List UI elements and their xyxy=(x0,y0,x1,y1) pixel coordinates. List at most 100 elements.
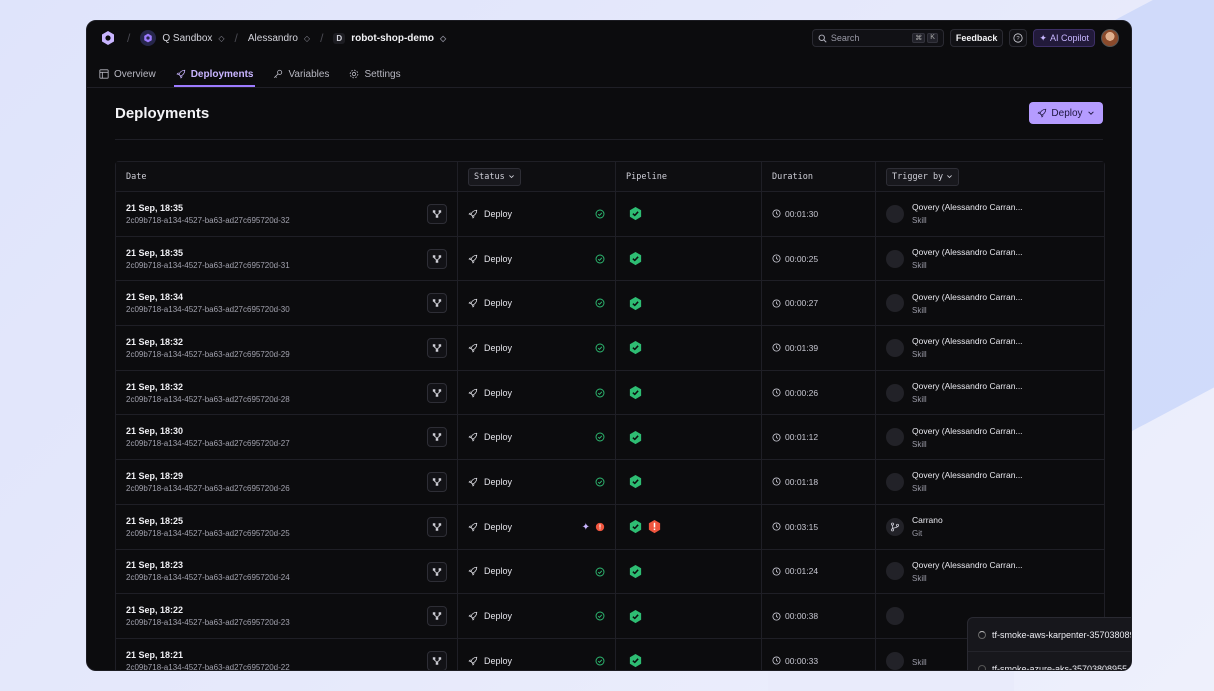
deployment-id: 2c09b718-a134-4527-ba63-ad27c695720d-31 xyxy=(126,260,290,270)
deployment-date: 21 Sep, 18:34 xyxy=(126,292,184,303)
pipeline-success-icon[interactable] xyxy=(628,609,643,624)
status-label: Deploy xyxy=(484,342,513,353)
duration-value: 00:00:33 xyxy=(785,655,819,666)
ai-copilot-button[interactable]: ✦ AI Copilot xyxy=(1033,29,1095,47)
table-row[interactable]: 21 Sep, 18:22 2c09b718-a134-4527-ba63-ad2… xyxy=(116,594,1104,639)
pipeline-graph-button[interactable] xyxy=(427,204,447,224)
column-date: Date xyxy=(116,162,458,191)
sparkle-icon[interactable]: ✦ xyxy=(582,522,590,533)
chevron-down-icon xyxy=(508,175,514,179)
status-label: Deploy xyxy=(484,298,513,309)
pipeline-success-icon[interactable] xyxy=(628,519,643,534)
table-row[interactable]: 21 Sep, 18:23 2c09b718-a134-4527-ba63-ad2… xyxy=(116,549,1104,595)
pipeline-graph-button[interactable] xyxy=(427,606,447,627)
toast-item[interactable]: tf-smoke-azure-aks-35703808955 Validatin… xyxy=(968,652,1131,670)
search-input[interactable]: Search ⌘ K xyxy=(811,29,944,47)
status-label: Deploy xyxy=(484,432,513,443)
pipeline-graph-button[interactable] xyxy=(427,427,447,448)
rocket-icon xyxy=(468,209,478,219)
duration-cell: 00:00:25 xyxy=(762,236,876,281)
breadcrumb-environment[interactable]: D robot-shop-demo ◇ xyxy=(333,32,446,44)
pipeline-success-icon[interactable] xyxy=(628,385,643,400)
pipeline-cell xyxy=(616,236,762,281)
feedback-button[interactable]: Feedback xyxy=(949,29,1004,47)
trigger-name: Qovery (Alessandro Carran... xyxy=(912,559,1023,570)
date-cell: 21 Sep, 18:30 2c09b718-a134-4527-ba63-ad2… xyxy=(116,415,458,460)
pipeline-success-icon[interactable] xyxy=(628,474,643,489)
deployment-id: 2c09b718-a134-4527-ba63-ad27c695720d-29 xyxy=(126,349,290,359)
breadcrumb-org[interactable]: Q Sandbox ◇ xyxy=(140,30,225,46)
rocket-icon xyxy=(468,477,478,487)
pipeline-cell xyxy=(616,415,762,460)
date-cell: 21 Sep, 18:35 2c09b718-a134-4527-ba63-ad2… xyxy=(116,236,458,281)
pipeline-success-icon[interactable] xyxy=(628,340,643,355)
pipeline-graph-icon xyxy=(432,567,442,576)
pipeline-graph-icon xyxy=(432,523,442,531)
pipeline-graph-button[interactable] xyxy=(427,248,447,269)
trigger-filter[interactable]: Trigger by xyxy=(886,167,960,186)
table-row[interactable]: 21 Sep, 18:34 2c09b718-a134-4527-ba63-ad2… xyxy=(116,281,1104,327)
table-row[interactable]: 21 Sep, 18:30 2c09b718-a134-4527-ba63-ad2… xyxy=(116,415,1104,461)
pipeline-cell xyxy=(616,594,762,638)
trigger-name: Qovery (Alessandro Carran... xyxy=(912,470,1023,481)
tab-label: Variables xyxy=(288,68,330,80)
clock-icon xyxy=(772,477,781,486)
table-row[interactable]: 21 Sep, 18:25 2c09b718-a134-4527-ba63-ad2… xyxy=(116,504,1104,550)
trigger-avatar xyxy=(886,338,904,357)
toast-item[interactable]: tf-smoke-aws-karpenter-35703808955 Provi… xyxy=(968,618,1131,652)
pipeline-graph-button[interactable] xyxy=(427,338,447,359)
pipeline-graph-button[interactable] xyxy=(427,472,447,493)
table-row[interactable]: 21 Sep, 18:32 2c09b718-a134-4527-ba63-ad2… xyxy=(116,326,1104,371)
pipeline-graph-icon xyxy=(432,478,442,486)
breadcrumb-project[interactable]: Alessandro ◇ xyxy=(248,33,310,44)
trigger-cell: Qovery (Alessandro Carran... Skill xyxy=(876,371,1104,415)
table-row[interactable]: 21 Sep, 18:29 2c09b718-a134-4527-ba63-ad2… xyxy=(116,460,1104,505)
spinner-icon xyxy=(978,630,986,639)
pipeline-success-icon[interactable] xyxy=(628,251,643,266)
table-row[interactable]: 21 Sep, 18:35 2c09b718-a134-4527-ba63-ad2… xyxy=(116,192,1104,237)
table-row[interactable]: 21 Sep, 18:21 2c09b718-a134-4527-ba63-ad2… xyxy=(116,638,1104,670)
pipeline-graph-icon xyxy=(432,612,442,620)
tab-settings[interactable]: Settings xyxy=(347,61,402,87)
status-cell: Deploy xyxy=(458,638,616,670)
table-row[interactable]: 21 Sep, 18:35 2c09b718-a134-4527-ba63-ad2… xyxy=(116,236,1104,282)
clock-icon xyxy=(772,299,781,308)
pipeline-success-icon[interactable] xyxy=(628,206,643,221)
status-filter[interactable]: Status xyxy=(468,167,521,186)
status-cell: Deploy xyxy=(458,192,616,236)
status-cell: Deploy xyxy=(458,549,616,594)
duration-cell: 00:01:12 xyxy=(762,415,876,460)
check-circle-icon xyxy=(595,432,605,442)
pipeline-success-icon[interactable] xyxy=(628,564,643,579)
trigger-name: Carrano xyxy=(912,515,943,526)
pipeline-success-icon[interactable] xyxy=(628,296,643,311)
breadcrumb-separator: / xyxy=(234,31,238,45)
pipeline-graph-button[interactable] xyxy=(427,516,447,537)
deployment-date: 21 Sep, 18:21 xyxy=(126,649,184,660)
environment-name: robot-shop-demo xyxy=(351,32,434,44)
qovery-logo[interactable] xyxy=(99,29,117,47)
user-avatar[interactable] xyxy=(1101,29,1119,47)
tab-overview[interactable]: Overview xyxy=(97,61,158,87)
date-cell: 21 Sep, 18:22 2c09b718-a134-4527-ba63-ad2… xyxy=(116,594,458,638)
trigger-cell: Qovery (Alessandro Carran... Skill xyxy=(876,326,1104,370)
trigger-name: Qovery (Alessandro Carran... xyxy=(912,291,1023,302)
pipeline-success-icon[interactable] xyxy=(628,653,643,668)
chevron-updown-icon: ◇ xyxy=(218,33,225,43)
trigger-name: Qovery (Alessandro Carran... xyxy=(912,425,1023,436)
date-cell: 21 Sep, 18:29 2c09b718-a134-4527-ba63-ad2… xyxy=(116,460,458,504)
pipeline-graph-button[interactable] xyxy=(427,382,447,403)
pipeline-graph-button[interactable] xyxy=(427,293,447,314)
pipeline-graph-button[interactable] xyxy=(427,650,447,670)
clock-icon xyxy=(772,209,781,218)
tab-variables[interactable]: Variables xyxy=(271,61,331,87)
deploy-button[interactable]: Deploy xyxy=(1029,102,1103,124)
tab-deployments[interactable]: Deployments xyxy=(173,61,256,87)
pipeline-error-icon[interactable] xyxy=(647,519,662,534)
gear-icon xyxy=(350,69,359,79)
table-row[interactable]: 21 Sep, 18:32 2c09b718-a134-4527-ba63-ad2… xyxy=(116,370,1104,416)
date-cell: 21 Sep, 18:23 2c09b718-a134-4527-ba63-ad2… xyxy=(116,549,458,594)
help-button[interactable]: ? xyxy=(1009,29,1028,47)
pipeline-graph-button[interactable] xyxy=(427,561,447,582)
pipeline-success-icon[interactable] xyxy=(628,430,643,445)
